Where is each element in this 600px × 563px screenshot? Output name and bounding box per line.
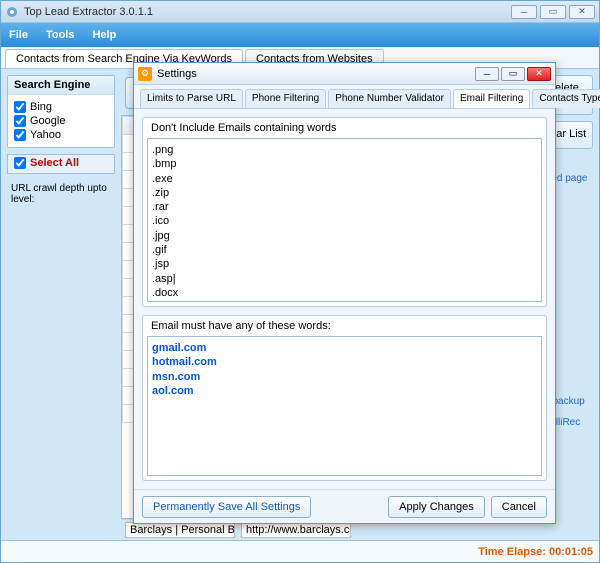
app-icon — [5, 5, 19, 19]
must-have-group: Email must have any of these words: gmai… — [142, 315, 547, 481]
bottom-field-2: http://www.barclays.c — [241, 522, 351, 538]
settings-title: Settings — [157, 68, 475, 80]
search-engine-header: Search Engine — [8, 76, 114, 95]
cancel-button[interactable]: Cancel — [491, 496, 547, 518]
save-settings-button[interactable]: Permanently Save All Settings — [142, 496, 311, 518]
bottom-field-1: Barclays | Personal Ba… — [125, 522, 235, 538]
main-titlebar[interactable]: Top Lead Extractor 3.0.1.1 ─ ▭ ✕ — [1, 1, 599, 23]
exclude-words-label: Don't Include Emails containing words — [143, 118, 546, 134]
select-all[interactable]: Select All — [7, 154, 115, 174]
settings-footer: Permanently Save All Settings Apply Chan… — [134, 489, 555, 523]
settings-maximize-button[interactable]: ▭ — [501, 67, 525, 81]
settings-dialog: ⚙ Settings ─ ▭ ✕ Limits to Parse URL Pho… — [133, 62, 556, 524]
settings-titlebar[interactable]: ⚙ Settings ─ ▭ ✕ — [134, 63, 555, 85]
close-button[interactable]: ✕ — [569, 5, 595, 19]
search-engine-panel: Search Engine Bing Google Yahoo — [7, 75, 115, 148]
settings-tabs: Limits to Parse URL Phone Filtering Phon… — [134, 85, 555, 109]
app-title: Top Lead Extractor 3.0.1.1 — [24, 6, 511, 18]
tab-phone-validator[interactable]: Phone Number Validator — [328, 89, 451, 108]
apply-button[interactable]: Apply Changes — [388, 496, 485, 518]
statusbar: Time Elapse: 00:01:05 — [1, 540, 599, 562]
exclude-words-textarea[interactable]: .png .bmp .exe .zip .rar .ico .jpg .gif … — [147, 138, 542, 302]
time-elapse: Time Elapse: 00:01:05 — [478, 546, 593, 558]
cb-yahoo-input[interactable] — [14, 129, 26, 141]
settings-minimize-button[interactable]: ─ — [475, 67, 499, 81]
menubar: File Tools Help — [1, 23, 599, 47]
settings-close-button[interactable]: ✕ — [527, 67, 551, 81]
menu-tools[interactable]: Tools — [46, 29, 75, 41]
cb-google[interactable]: Google — [14, 115, 108, 127]
tab-contacts-types[interactable]: Contacts Types — [532, 89, 600, 108]
tab-limits[interactable]: Limits to Parse URL — [140, 89, 243, 108]
must-have-textarea[interactable]: gmail.com hotmail.com msn.com aol.com — [147, 336, 542, 476]
cb-google-input[interactable] — [14, 115, 26, 127]
maximize-button[interactable]: ▭ — [540, 5, 566, 19]
url-crawl-label: URL crawl depth upto level: — [7, 180, 115, 208]
cb-bing[interactable]: Bing — [14, 101, 108, 113]
tab-phone-filtering[interactable]: Phone Filtering — [245, 89, 326, 108]
must-have-label: Email must have any of these words: — [143, 316, 546, 332]
select-all-input[interactable] — [14, 157, 26, 169]
exclude-words-group: Don't Include Emails containing words .p… — [142, 117, 547, 307]
minimize-button[interactable]: ─ — [511, 5, 537, 19]
menu-file[interactable]: File — [9, 29, 28, 41]
cb-yahoo[interactable]: Yahoo — [14, 129, 108, 141]
settings-icon: ⚙ — [138, 67, 152, 81]
menu-help[interactable]: Help — [92, 29, 116, 41]
cb-bing-input[interactable] — [14, 101, 26, 113]
tab-email-filtering[interactable]: Email Filtering — [453, 89, 530, 108]
